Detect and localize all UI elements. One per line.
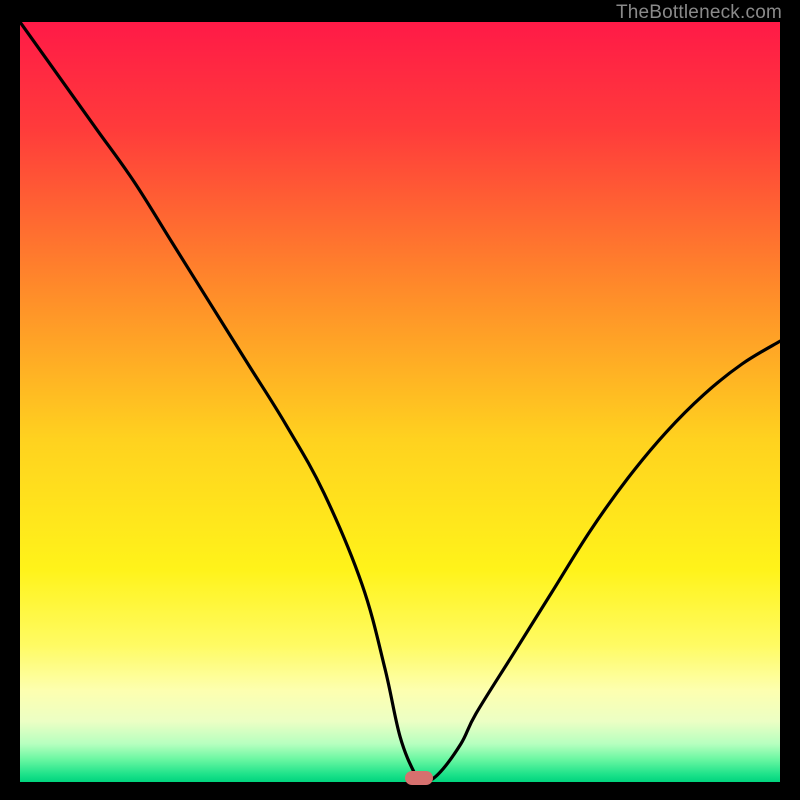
optimal-point-marker — [405, 771, 433, 785]
chart-plot-area — [20, 22, 780, 782]
bottleneck-curve-line — [20, 22, 780, 782]
watermark-text: TheBottleneck.com — [616, 2, 782, 24]
